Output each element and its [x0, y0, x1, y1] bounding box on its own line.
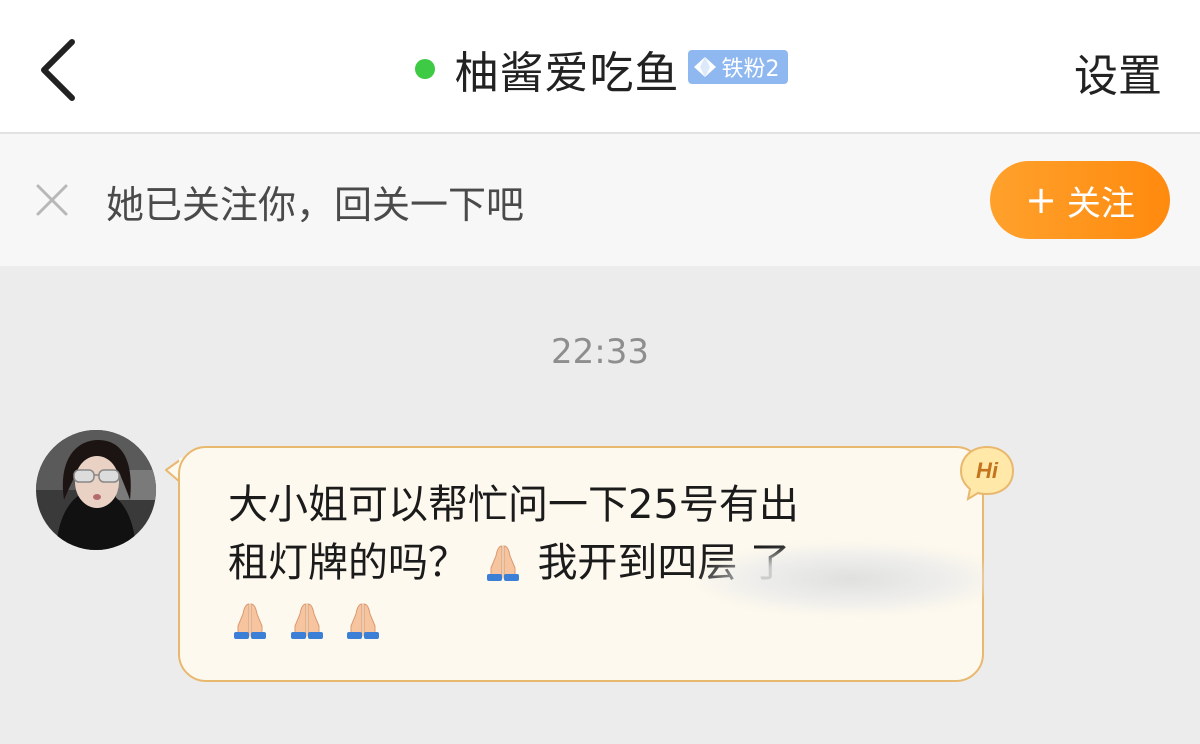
chat-screen: 柚酱爱吃鱼 铁粉2 设置 她已关注你，回关一下吧 + 关注 22:33 大小姐可… [0, 0, 1200, 744]
hi-greeting-badge[interactable]: Hi [958, 444, 1016, 502]
diamond-icon [693, 57, 716, 77]
folded-hands-emoji [290, 603, 323, 639]
fan-level-label: 铁粉2 [721, 57, 780, 82]
follow-button[interactable]: + 关注 [990, 161, 1170, 239]
sender-avatar[interactable] [36, 430, 156, 550]
redaction-blur [700, 544, 1000, 614]
conversation-title-group: 柚酱爱吃鱼 铁粉2 [0, 36, 1200, 102]
top-nav-bar: 柚酱爱吃鱼 铁粉2 设置 [0, 0, 1200, 134]
message-bubble[interactable]: 大小姐可以帮忙问一下25号有出 租灯牌的吗？ 我开到四层 了 [178, 446, 1000, 682]
folded-hands-emoji [234, 603, 266, 639]
folded-hands-emoji [486, 545, 519, 581]
follow-button-label: 关注 [1066, 183, 1135, 224]
conversation-title[interactable]: 柚酱爱吃鱼 [455, 37, 680, 101]
message-fragment: 租灯牌的吗？ [228, 540, 468, 586]
message-line: 大小姐可以帮忙问一下25号有出 [228, 482, 799, 528]
follow-back-banner: 她已关注你，回关一下吧 + 关注 [0, 134, 1200, 266]
folded-hands-emoji [347, 603, 380, 639]
fan-level-badge[interactable]: 铁粉2 [687, 50, 788, 84]
close-banner-button[interactable] [34, 182, 70, 218]
close-icon [36, 184, 68, 216]
message-timestamp: 22:33 [551, 332, 649, 372]
plus-icon: + [1025, 178, 1057, 222]
online-status-dot [414, 59, 435, 79]
avatar-image [36, 430, 156, 550]
hi-badge-label: Hi [976, 458, 999, 483]
follow-back-prompt: 她已关注你，回关一下吧 [106, 183, 525, 227]
settings-button[interactable]: 设置 [1074, 40, 1162, 104]
